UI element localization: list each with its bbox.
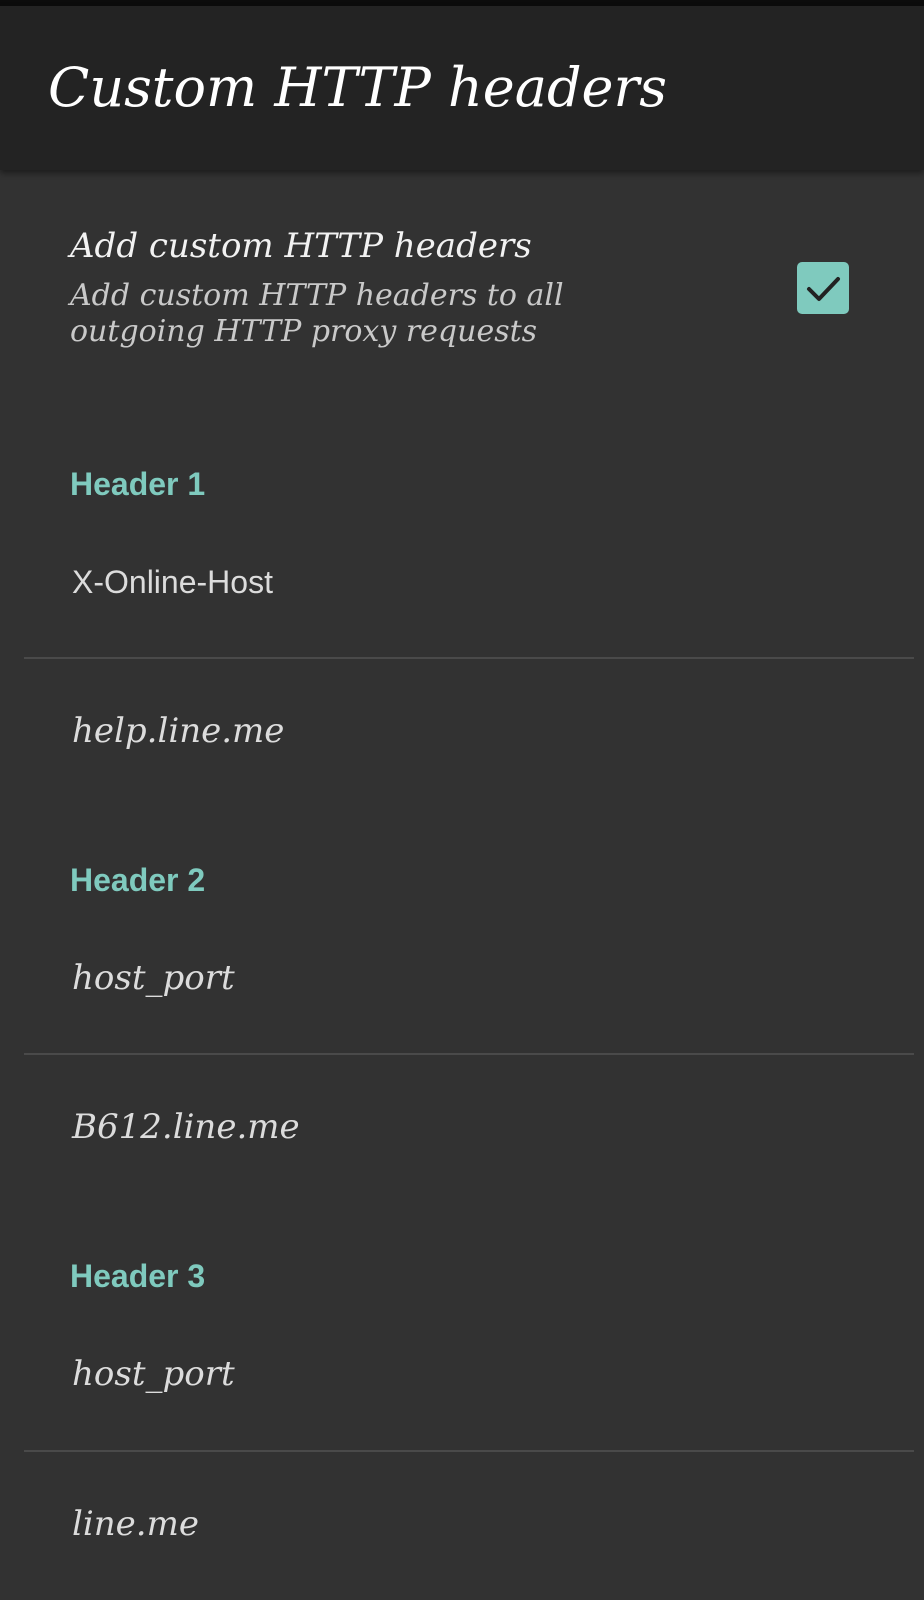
preference-title: Add custom HTTP headers xyxy=(70,226,532,266)
divider xyxy=(24,1053,914,1055)
header-2-name: host_port xyxy=(72,958,235,998)
preference-summary: Add custom HTTP headers to all outgoing … xyxy=(70,278,564,349)
header-2-category: Header 2 xyxy=(70,862,206,898)
header-3-value-item[interactable]: line.me xyxy=(0,1470,924,1590)
divider xyxy=(24,657,914,659)
header-2-value: B612.line.me xyxy=(72,1107,300,1147)
checkmark-icon xyxy=(807,277,840,301)
header-1-name: X-Online-Host xyxy=(72,564,273,600)
header-1-name-item[interactable]: X-Online-Host xyxy=(0,530,924,650)
header-3-name: host_port xyxy=(72,1354,235,1394)
header-1-value-item[interactable]: help.line.me xyxy=(0,677,924,797)
add-custom-headers-checkbox[interactable] xyxy=(797,262,849,314)
header-1-category: Header 1 xyxy=(70,466,206,502)
header-2-value-item[interactable]: B612.line.me xyxy=(0,1073,924,1193)
divider xyxy=(24,1450,914,1452)
add-custom-headers-preference[interactable]: Add custom HTTP headers Add custom HTTP … xyxy=(0,170,924,400)
page-title: Custom HTTP headers xyxy=(48,56,667,119)
header-3-value: line.me xyxy=(72,1504,199,1544)
header-3-name-item[interactable]: host_port xyxy=(0,1320,924,1440)
header-1-value: help.line.me xyxy=(72,711,285,751)
header-3-category: Header 3 xyxy=(70,1258,206,1294)
app-bar: Custom HTTP headers xyxy=(0,6,924,170)
header-2-name-item[interactable]: host_port xyxy=(0,924,924,1044)
